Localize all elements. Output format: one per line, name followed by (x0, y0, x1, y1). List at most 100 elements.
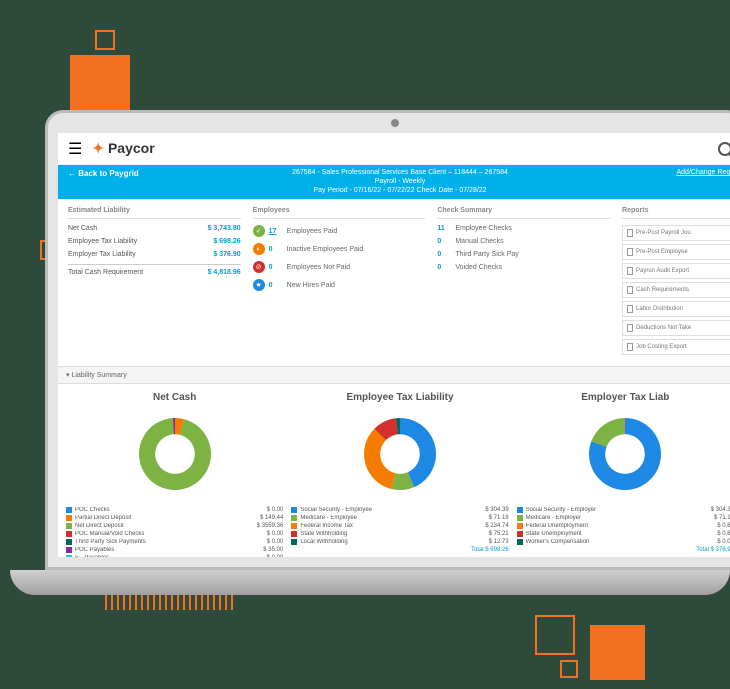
report-labor-dist[interactable]: Labor Distribution (622, 301, 730, 317)
legend-label: Social Security - Employee (300, 507, 485, 513)
laptop-base (10, 570, 730, 595)
legend-label: Federal Unemployment (526, 523, 718, 529)
context-banner: ← Back to Paygrid 267584 - Sales Profess… (58, 165, 730, 199)
net-cash-label: Net Cash (68, 225, 97, 232)
newhire-icon: ★ (253, 279, 265, 291)
tps-label: Third Party Sick Pay (455, 251, 518, 258)
emp-tax-value: $ 698.26 (213, 238, 240, 245)
legend-value: $ 149.44 (260, 515, 283, 521)
swatch-icon (291, 507, 297, 513)
legend-label: POC Manual/Void Checks (75, 531, 267, 537)
col-employees: Employees ✓17Employees Paid ◐0Inactive E… (253, 207, 426, 358)
legend-row: Local Withholding$ 12.73 (291, 539, 508, 545)
legend-value: $ 35.00 (263, 547, 283, 553)
employees-paid-count[interactable]: 17 (269, 228, 283, 235)
notpaid-icon: ⊘ (253, 261, 265, 273)
legend-row: State Withholding$ 75.21 (291, 531, 508, 537)
legend-label: Medicare - Employee (300, 515, 488, 521)
swatch-icon (291, 539, 297, 545)
deco-square-outline-1 (95, 30, 115, 50)
inactive-count: 0 (269, 246, 283, 253)
report-deductions[interactable]: Deductions Not Take (622, 320, 730, 336)
legend-value: $ 234.74 (485, 523, 508, 529)
legend-label: State Unemployment (526, 531, 718, 537)
legend-row: POC Manual/Void Checks$ 0.00 (66, 531, 283, 537)
banner-client: 267584 - Sales Professional Services Bas… (68, 168, 730, 177)
void-label: Voided Checks (455, 264, 502, 271)
legend-row: Social Security - Employer$ 304.39 (517, 507, 730, 513)
add-change-link[interactable]: Add/Change Reque (677, 169, 730, 176)
notpaid-count: 0 (269, 264, 283, 271)
total-value: $ 4,818.96 (208, 269, 241, 276)
chart-title-netcash: Net Cash (66, 392, 283, 403)
employees-paid-label: Employees Paid (287, 228, 338, 235)
legend-label: Net Direct Deposit (75, 523, 257, 529)
app-screen: ☰ ✦ Paycor ← Back to Paygrid 267584 - Sa… (58, 133, 730, 557)
chart-net-cash: Net Cash POC Checks$ 0.00Partial Direct … (66, 392, 283, 557)
legend-row: Federal Income Tax$ 234.74 (291, 523, 508, 529)
report-cash-req[interactable]: Cash Requirements (622, 282, 730, 298)
empr-tax-value: $ 376.90 (213, 251, 240, 258)
void-count: 0 (437, 264, 451, 271)
report-job-costing[interactable]: Job Costing Export (622, 339, 730, 355)
legend-label: Third Party Sick Payments (75, 539, 267, 545)
doc-icon (627, 305, 633, 313)
legend-value: $ 304.39 (711, 507, 730, 513)
col-reports: Reports Pre-Post Payroll Jou Pre-Post Em… (622, 207, 730, 358)
legend-value: $ 12.73 (489, 539, 509, 545)
legend-row: Net Direct Deposit$ 3559.36 (66, 523, 283, 529)
legend-label: Worker's Compensation (526, 539, 718, 545)
charts-row: Net Cash POC Checks$ 0.00Partial Direct … (58, 384, 730, 557)
legend-value: $ 0.00 (267, 539, 284, 545)
notpaid-label: Employees Not Paid (287, 264, 350, 271)
legend-row: Third Party Sick Payments$ 0.00 (66, 539, 283, 545)
deco-square-outline-3 (535, 615, 575, 655)
manual-checks-label: Manual Checks (455, 238, 503, 245)
col-head-employees: Employees (253, 207, 426, 219)
report-payrun-audit[interactable]: Payrun Audit Export (622, 263, 730, 279)
emp-checks-label: Employee Checks (455, 225, 511, 232)
swatch-icon (517, 523, 523, 529)
doc-icon (627, 229, 633, 237)
legend-label: Social Security - Employer (526, 507, 711, 513)
swatch-icon (66, 523, 72, 529)
legend-label: Partial Direct Deposit (75, 515, 260, 521)
swatch-icon (517, 515, 523, 521)
camera-icon (391, 119, 399, 127)
menu-icon[interactable]: ☰ (68, 139, 82, 159)
swatch-icon (291, 515, 297, 521)
emp-tax-label: Employee Tax Liability (68, 238, 137, 245)
legend-row: POC Checks$ 0.00 (66, 507, 283, 513)
legend-value: $ 0.00 (267, 531, 284, 537)
total-label: Total Cash Requirement (68, 269, 143, 276)
deco-square-fill-1 (70, 55, 130, 115)
legend-label: E - Payables (75, 555, 267, 557)
doc-icon (627, 267, 633, 275)
swatch-icon (517, 507, 523, 513)
laptop-frame: ☰ ✦ Paycor ← Back to Paygrid 267584 - Sa… (45, 110, 730, 570)
summary-grid: Estimated Liability Net Cash$ 3,743.80 E… (58, 199, 730, 366)
empr-tax-label: Employer Tax Liability (68, 251, 136, 258)
legend-total: Total $ 376.90 (517, 547, 730, 553)
col-liability: Estimated Liability Net Cash$ 3,743.80 E… (68, 207, 241, 358)
legend-label: POC Checks (75, 507, 267, 513)
chart-title-emprtax: Employer Tax Liab (517, 392, 730, 403)
legend-value: $ 0.66 (717, 531, 730, 537)
swatch-icon (291, 531, 297, 537)
swatch-icon (66, 539, 72, 545)
app-logo: ✦ Paycor (92, 140, 154, 157)
doc-icon (627, 248, 633, 256)
legend-label: Medicare - Employer (526, 515, 714, 521)
legend-row: Worker's Compensation$ 0.00 (517, 539, 730, 545)
liability-summary-header[interactable]: ▾ Liability Summary (58, 366, 730, 384)
report-prepost-journal[interactable]: Pre-Post Payroll Jou (622, 225, 730, 241)
legend-row: E - Payables$ 0.00 (66, 555, 283, 557)
report-prepost-employee[interactable]: Pre-Post Employee (622, 244, 730, 260)
legend-value: $ 75.21 (489, 531, 509, 537)
search-icon[interactable] (718, 142, 730, 156)
tps-count: 0 (437, 251, 451, 258)
donut-emptax (355, 409, 445, 499)
divider (68, 264, 241, 265)
col-head-liability: Estimated Liability (68, 207, 241, 219)
emp-checks-count: 11 (437, 225, 451, 232)
